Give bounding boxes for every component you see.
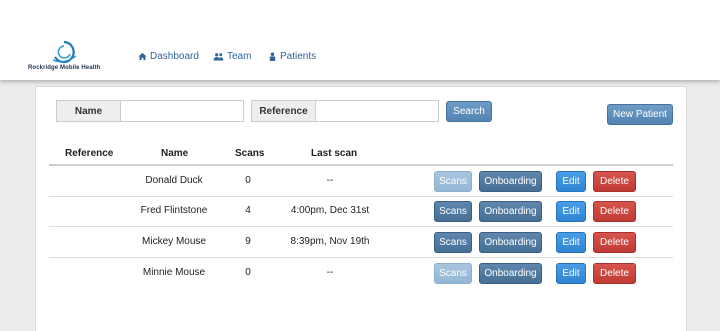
row-divider [388,226,673,227]
column-header-name: Name [161,148,189,159]
nav-dashboard[interactable]: Dashboard [138,51,199,62]
edit-button[interactable]: Edit [556,263,586,284]
row-divider [49,196,388,197]
name-field-label: Name [56,100,121,122]
reference-search-input[interactable] [315,100,439,122]
team-icon [213,53,224,61]
logo-swirl-icon [52,40,77,64]
nav-patients-label: Patients [280,51,317,62]
cell-last-scan: 4:00pm, Dec 31st [290,205,370,216]
row-divider [388,257,673,258]
onboarding-button[interactable]: Onboarding [479,263,542,284]
nav-team-label: Team [227,51,252,62]
row-divider [49,226,388,227]
scans-button[interactable]: Scans [434,171,472,192]
nav-team[interactable]: Team [213,51,251,62]
edit-button[interactable]: Edit [556,201,586,222]
onboarding-button[interactable]: Onboarding [479,171,542,192]
onboarding-button[interactable]: Onboarding [479,201,542,222]
edit-button[interactable]: Edit [556,171,586,192]
row-divider [49,257,388,258]
column-header-scans: Scans [235,148,265,159]
cell-last-scan: 8:39pm, Nov 19th [290,236,370,247]
nav-dashboard-label: Dashboard [150,51,199,62]
nav-patients[interactable]: Patients [268,51,316,62]
cell-last-scan: -- [326,175,334,186]
scans-button[interactable]: Scans [434,232,472,253]
home-icon [138,52,147,61]
table-header-divider [49,164,673,166]
delete-button[interactable]: Delete [593,171,636,192]
onboarding-button[interactable]: Onboarding [479,232,542,253]
delete-button[interactable]: Delete [593,263,636,284]
name-search-input[interactable] [120,100,244,122]
brand-logo[interactable]: Rockridge Mobile Health [28,38,108,74]
row-divider [388,196,673,197]
new-patient-button[interactable]: New Patient [607,104,673,125]
user-icon [269,52,276,61]
column-header-last-scan: Last scan [311,148,358,159]
scans-button[interactable]: Scans [434,263,472,284]
cell-last-scan: -- [326,267,334,278]
column-header-reference: Reference [65,148,114,159]
brand-name: Rockridge Mobile Health [28,65,101,71]
search-button[interactable]: Search [446,101,492,122]
edit-button[interactable]: Edit [556,232,586,253]
scans-button[interactable]: Scans [434,201,472,222]
reference-field-label: Reference [251,100,316,122]
delete-button[interactable]: Delete [593,201,636,222]
delete-button[interactable]: Delete [593,232,636,253]
top-header: Rockridge Mobile Health Dashboard Team P… [0,0,720,80]
